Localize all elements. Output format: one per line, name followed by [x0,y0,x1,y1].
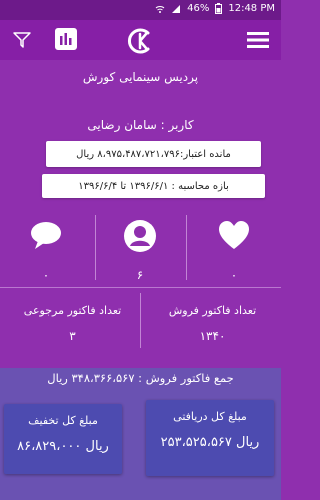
divider-right [186,215,187,280]
page-title: پردیس سینمایی کورش [82,70,199,84]
stats-row: ۰ ۶ ۰ [0,200,281,285]
stat-middle: ۶ [100,218,180,282]
discount-card[interactable]: مبلغ کل تخفیف ۸۶،۸۲۹،۰۰۰ ریال [4,404,122,474]
heart-icon [219,221,249,249]
battery-icon [215,3,223,14]
chat-bubble-icon [31,222,61,249]
balance-text: مانده اعتبار:۸،۹۷۵،۴۸۷،۷۲۱،۷۹۶ ریال [76,148,231,160]
stat-middle-value: ۶ [136,268,144,282]
received-card[interactable]: مبلغ کل دریافتی ۲۵۳،۵۲۵،۵۶۷ ریال [146,400,274,476]
received-label: مبلغ کل دریافتی [173,410,247,423]
logo-icon [128,28,150,54]
divider-left [95,215,96,280]
total-sales: جمع فاکتور فروش : ۳۴۸،۳۶۶،۵۶۷ ریال [47,371,234,385]
chart-icon[interactable] [55,28,77,50]
divider-horizontal [0,287,281,288]
date-range-box[interactable]: بازه محاسبه : ۱۳۹۶/۶/۱ تا ۱۳۹۶/۶/۴ [42,174,265,198]
status-bar: 46% 12:48 PM [0,0,281,20]
received-value: ۲۵۳،۵۲۵،۵۶۷ ریال [160,435,260,450]
stat-right-value: ۰ [230,268,238,282]
user-name: کاربر : سامان رضایی [87,118,194,132]
menu-icon[interactable] [247,32,269,48]
battery-percent: 46% [187,3,210,14]
stat-left-value: ۰ [42,268,50,282]
sales-count: تعداد فاکتور فروش ۱۳۴۰ [150,304,275,343]
filter-icon[interactable] [12,30,32,50]
balance-box: مانده اعتبار:۸،۹۷۵،۴۸۷،۷۲۱،۷۹۶ ریال [46,141,261,167]
divider-counts [140,293,141,348]
returns-count: تعداد فاکتور مرجوعی ۳ [10,304,135,343]
sales-label: تعداد فاکتور فروش [168,304,257,317]
clock: 12:48 PM [228,3,275,14]
user-icon [124,220,156,252]
sales-value: ۱۳۴۰ [199,329,226,343]
status-bar-right: 46% 12:48 PM [155,3,275,14]
stat-left: ۰ [6,218,86,282]
returns-label: تعداد فاکتور مرجوعی [23,304,122,317]
summary-block: جمع فاکتور فروش : ۳۴۸،۳۶۶،۵۶۷ ریال مبلغ … [0,368,281,500]
date-range-text: بازه محاسبه : ۱۳۹۶/۶/۱ تا ۱۳۹۶/۶/۴ [78,180,229,192]
wifi-icon [155,5,165,13]
returns-value: ۳ [69,329,76,343]
signal-icon [172,4,181,13]
discount-value: ۸۶،۸۲۹،۰۰۰ ریال [17,439,109,454]
app-bar [0,20,281,60]
stat-right: ۰ [194,218,274,282]
discount-label: مبلغ کل تخفیف [28,414,98,427]
